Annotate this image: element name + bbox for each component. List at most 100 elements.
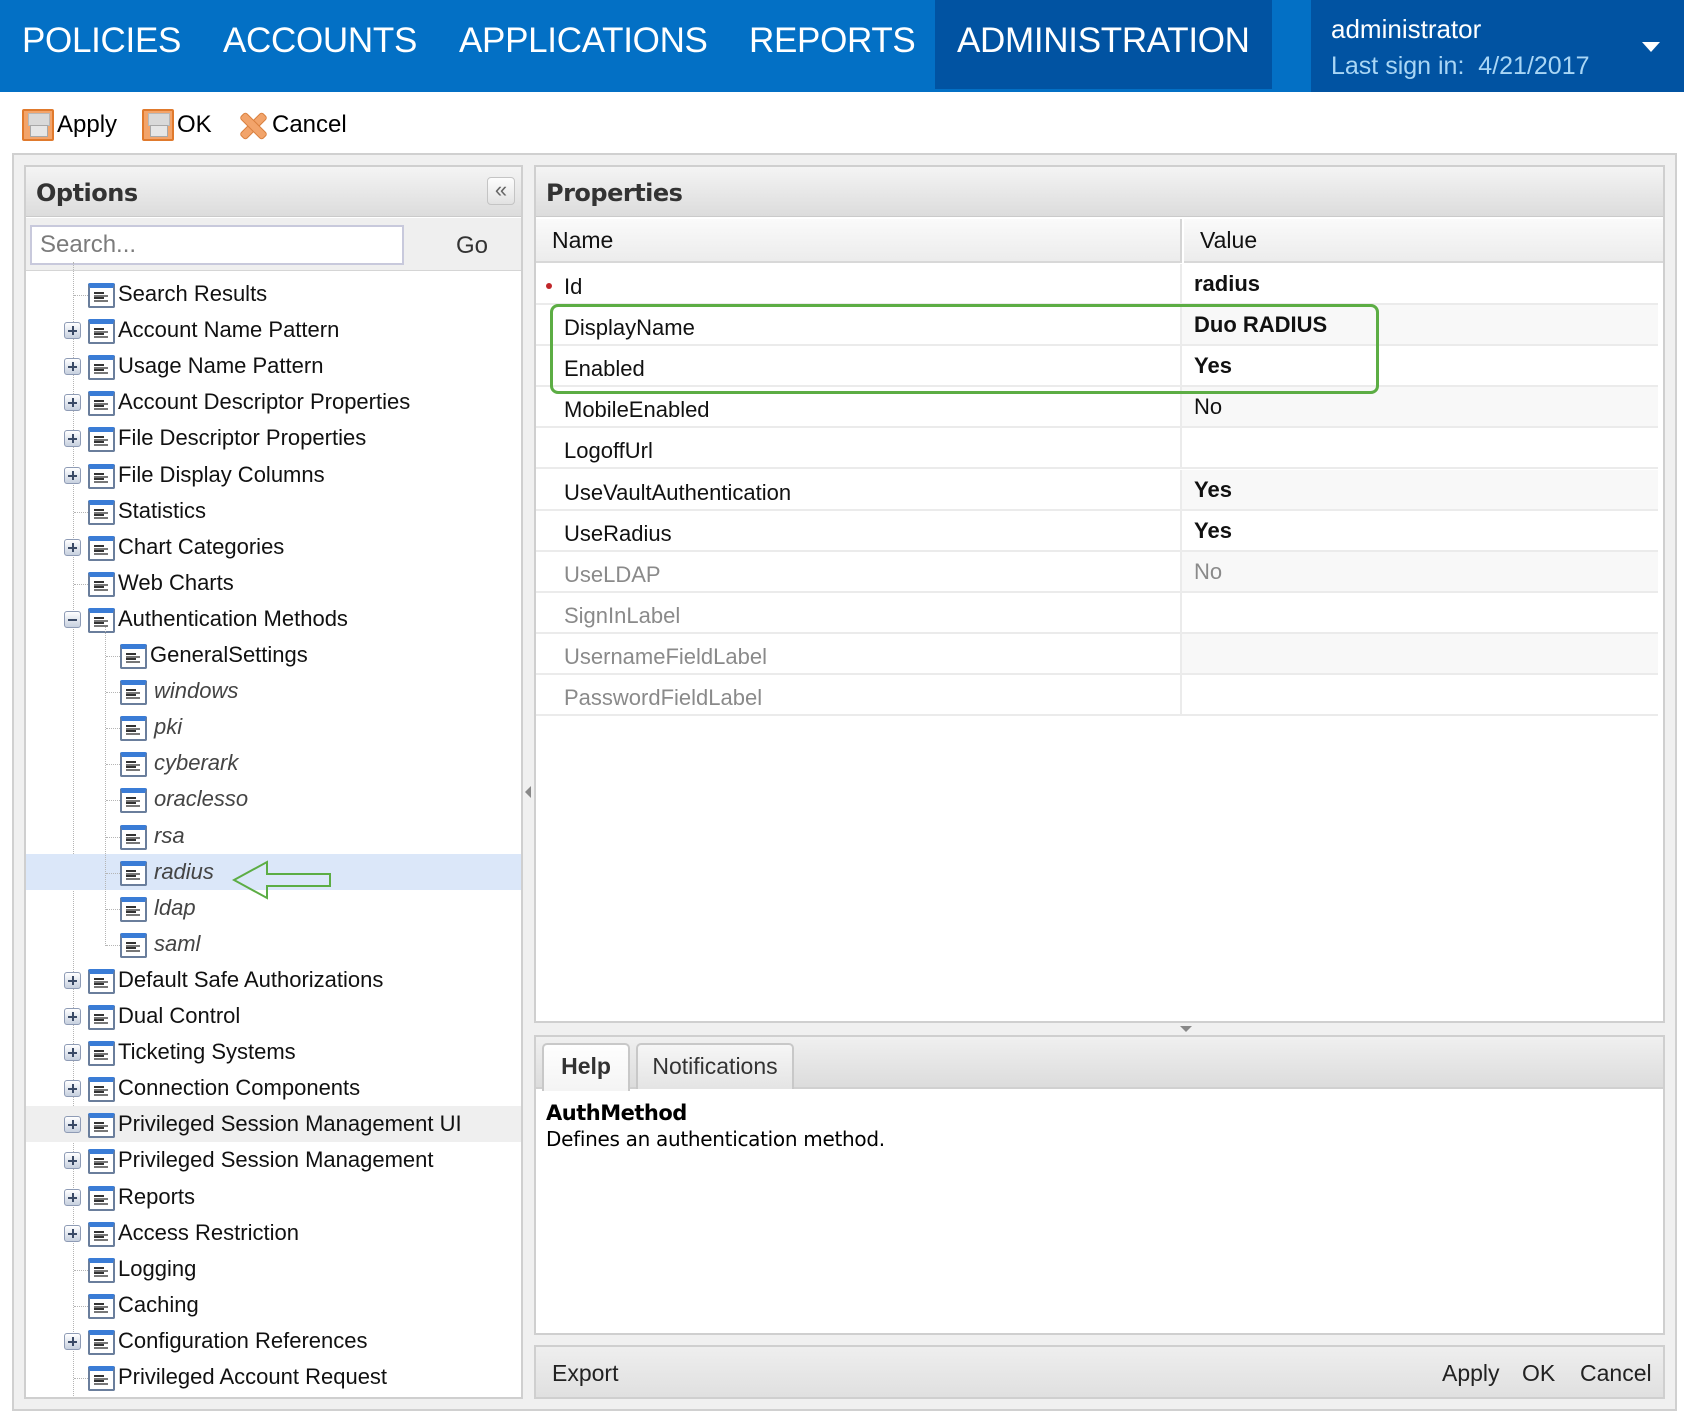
footer-cancel-button[interactable]: Cancel: [1580, 1360, 1652, 1387]
property-value[interactable]: No: [1180, 387, 1658, 427]
tree-item[interactable]: Default Safe Authorizations: [26, 962, 521, 998]
property-value[interactable]: [1180, 592, 1658, 632]
tree-item[interactable]: Statistics: [26, 493, 521, 529]
property-value[interactable]: Yes: [1180, 510, 1658, 550]
go-button[interactable]: Go: [456, 232, 488, 260]
expand-icon[interactable]: [64, 1008, 81, 1025]
nav-reports[interactable]: REPORTS: [749, 0, 916, 89]
property-row[interactable]: UseVaultAuthentication Yes: [536, 469, 1658, 511]
tree-item[interactable]: File Descriptor Properties: [26, 420, 521, 456]
property-row[interactable]: UsernameFieldLabel: [536, 633, 1658, 675]
expand-icon[interactable]: [64, 322, 81, 340]
settings-node-icon: [120, 716, 147, 742]
tree-item[interactable]: saml: [26, 926, 521, 962]
property-value[interactable]: No: [1180, 551, 1658, 591]
tree-item[interactable]: Account Descriptor Properties: [26, 384, 521, 420]
property-row[interactable]: UseLDAP No: [536, 551, 1658, 593]
tree-guide-line: [105, 627, 106, 946]
expand-icon[interactable]: [64, 971, 81, 989]
cancel-button[interactable]: Cancel: [236, 108, 347, 142]
property-value[interactable]: Yes: [1180, 469, 1658, 509]
tree-item[interactable]: pki: [26, 709, 521, 745]
property-row[interactable]: UseRadius Yes: [536, 510, 1658, 552]
chevron-down-icon[interactable]: [1642, 42, 1660, 52]
tree-item[interactable]: Reports: [26, 1179, 521, 1215]
property-row[interactable]: LogoffUrl: [536, 428, 1658, 470]
expand-icon[interactable]: [64, 1152, 81, 1170]
tree-item-label: Web Charts: [118, 569, 234, 595]
tree-item[interactable]: Access Restriction: [26, 1215, 521, 1251]
nav-applications[interactable]: APPLICATIONS: [459, 0, 708, 89]
tree-item[interactable]: Account Name Pattern: [26, 312, 521, 348]
expand-icon[interactable]: [64, 538, 81, 556]
tree-item[interactable]: Chart Categories: [26, 529, 521, 565]
tree-item[interactable]: Privileged Account Request: [26, 1359, 521, 1395]
tree-item[interactable]: windows: [26, 673, 521, 709]
footer-ok-button[interactable]: OK: [1522, 1360, 1555, 1387]
tree-item[interactable]: Privileged Session Management UI: [26, 1106, 521, 1143]
tree-item[interactable]: Usage Name Pattern: [26, 348, 521, 384]
tree-item[interactable]: Search Results: [26, 276, 521, 312]
settings-node-icon: [88, 968, 115, 994]
property-row[interactable]: DisplayName Duo RADIUS: [536, 305, 1658, 347]
expand-icon[interactable]: [64, 1188, 81, 1206]
tree-item-label: radius: [154, 858, 214, 884]
tree-item[interactable]: Authentication Methods: [26, 601, 521, 637]
expand-icon[interactable]: [64, 1224, 81, 1242]
tree-item[interactable]: File Display Columns: [26, 457, 521, 493]
tab-notifications[interactable]: Notifications: [636, 1043, 794, 1089]
export-button[interactable]: Export: [552, 1360, 618, 1387]
tree-item[interactable]: rsa: [26, 818, 521, 854]
tree-item[interactable]: GeneralSettings: [26, 637, 521, 673]
property-value[interactable]: Yes: [1180, 346, 1658, 386]
tree-item[interactable]: Privileged Session Management: [26, 1142, 521, 1178]
property-value[interactable]: [1180, 675, 1658, 715]
property-row[interactable]: Enabled Yes: [536, 346, 1658, 388]
tree-item[interactable]: oraclesso: [26, 781, 521, 817]
expand-icon[interactable]: [64, 1044, 81, 1062]
expand-icon[interactable]: [64, 358, 81, 376]
tree-item[interactable]: Web Charts: [26, 565, 521, 601]
property-row[interactable]: PasswordFieldLabel: [536, 675, 1658, 717]
expand-icon[interactable]: [64, 394, 81, 412]
expand-icon[interactable]: [64, 1116, 81, 1134]
property-row[interactable]: MobileEnabled No: [536, 387, 1658, 429]
collapse-down-icon[interactable]: [1180, 1026, 1192, 1032]
property-value[interactable]: Duo RADIUS: [1180, 305, 1658, 345]
expand-icon[interactable]: [64, 1332, 81, 1350]
column-header-name[interactable]: Name: [536, 219, 1182, 263]
footer-apply-button[interactable]: Apply: [1442, 1360, 1500, 1387]
tree-item[interactable]: Dual Control: [26, 998, 521, 1034]
collapse-left-icon[interactable]: [525, 786, 531, 798]
nav-administration[interactable]: ADMINISTRATION: [935, 0, 1272, 89]
horizontal-splitter[interactable]: [1150, 1024, 1220, 1034]
tree-item[interactable]: Connection Components: [26, 1070, 521, 1106]
expand-icon[interactable]: [64, 466, 81, 484]
ok-button[interactable]: OK: [142, 108, 212, 142]
property-value[interactable]: [1180, 633, 1658, 673]
property-row[interactable]: Id radius: [536, 264, 1658, 306]
tree-item[interactable]: cyberark: [26, 745, 521, 781]
collapse-icon[interactable]: [64, 610, 81, 628]
nav-policies[interactable]: POLICIES: [22, 0, 181, 89]
apply-button[interactable]: Apply: [22, 108, 117, 142]
search-input[interactable]: [30, 225, 404, 265]
tree-item[interactable]: Caching: [26, 1287, 521, 1323]
tree-item[interactable]: Configuration References: [26, 1323, 521, 1359]
tree-item[interactable]: Ticketing Systems: [26, 1034, 521, 1070]
property-value[interactable]: radius: [1180, 264, 1658, 304]
property-value[interactable]: [1180, 428, 1658, 468]
column-header-value[interactable]: Value: [1184, 219, 1663, 263]
tree-connector: [106, 692, 120, 694]
save-icon: [142, 109, 174, 141]
tree-connector: [74, 1305, 88, 1307]
tree-item[interactable]: Logging: [26, 1251, 521, 1287]
expand-icon[interactable]: [64, 1080, 81, 1098]
nav-accounts[interactable]: ACCOUNTS: [223, 0, 417, 89]
property-row[interactable]: SignInLabel: [536, 592, 1658, 634]
user-menu[interactable]: administrator Last sign in: 4/21/2017: [1311, 0, 1684, 92]
collapse-panel-icon[interactable]: «: [487, 177, 515, 205]
expand-icon[interactable]: [64, 430, 81, 448]
tab-help[interactable]: Help: [542, 1043, 630, 1091]
vertical-splitter[interactable]: [524, 730, 534, 850]
